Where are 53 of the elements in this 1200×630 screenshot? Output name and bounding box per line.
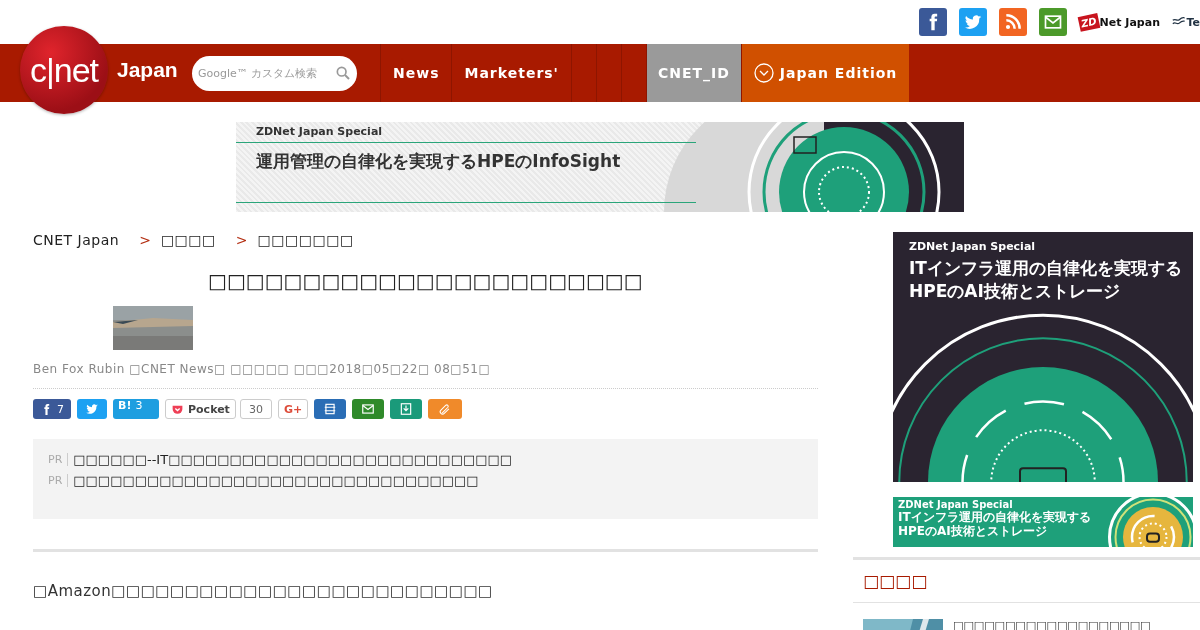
facebook-link[interactable] xyxy=(919,8,948,36)
search-icon xyxy=(335,64,351,82)
breadcrumb-separator: > xyxy=(235,232,248,248)
bird-icon xyxy=(85,402,99,416)
mail-button[interactable] xyxy=(352,399,385,419)
bird-icon xyxy=(963,12,984,32)
article-lead: □Amazon□□□□□□□□□□□□□□□□□□□□□□□□□□ xyxy=(33,581,493,602)
pr-link[interactable]: □□□□□□□□□□□□□□□□□□□□□□□□□□□□□□□□□ xyxy=(73,473,479,488)
search-field[interactable]: Google™ カスタム検索 xyxy=(192,55,357,91)
print-button[interactable] xyxy=(314,399,347,419)
breadcrumb-link[interactable]: □□□□ xyxy=(160,232,216,248)
facebook-share-button[interactable]: 7 xyxy=(33,399,71,419)
pr-tag: PR xyxy=(48,474,69,487)
ad-banner[interactable]: ZDNet Japan Special 運用管理の自律化を実現するHPEのInfoSight xyxy=(236,122,964,212)
nav-link[interactable]: Marketers' xyxy=(451,44,571,102)
breadcrumb-link[interactable]: CNET Japan xyxy=(33,232,120,248)
clip-button[interactable] xyxy=(428,399,463,419)
ad-headline: HPEのAI技術とストレージ xyxy=(909,279,1121,303)
ad-headline: 運用管理の自律化を実現するHPEのInfoSight xyxy=(256,150,622,173)
site-logo-link[interactable]: ZD Net Japan xyxy=(1079,14,1160,30)
ad-headline: ITインフラ運用の自律化を実現する xyxy=(909,257,1182,280)
edition-menu[interactable]: Japan Edition xyxy=(740,44,910,102)
edition-label: Japan xyxy=(117,58,178,82)
breadcrumb-separator: > xyxy=(139,232,151,248)
site-logo-link[interactable]: Te xyxy=(1172,15,1200,29)
ad-eyebrow: ZDNet Japan Special xyxy=(898,499,1014,510)
article-title: □□□□□□□□□□□□□□□□□□□□□□□ xyxy=(208,268,643,295)
save-button[interactable] xyxy=(390,399,423,419)
rss-link[interactable] xyxy=(999,8,1028,36)
nav-link[interactable]: News xyxy=(380,44,452,102)
mail-icon xyxy=(361,402,376,416)
ad-eyebrow: ZDNet Japan Special xyxy=(909,240,1037,253)
ad-headline: HPEのAI技術とストレージ xyxy=(898,524,1048,539)
pr-link[interactable]: □□□□□□--IT□□□□□□□□□□□□□□□□□□□□□□□□□□□□ xyxy=(73,452,513,467)
twitter-link[interactable] xyxy=(959,8,988,36)
pr-tag: PR xyxy=(48,453,69,466)
breadcrumb-link[interactable]: □□□□□□□ xyxy=(257,232,354,248)
printer-icon xyxy=(323,402,338,416)
share-count: 30 xyxy=(239,399,272,419)
pocket-button[interactable]: Pocket xyxy=(165,399,236,419)
mail-icon xyxy=(1043,12,1064,32)
ad-eyebrow: ZDNet Japan Special xyxy=(256,125,384,138)
byline: Ben Fox Rubin □CNET News□ □□□□□ □□□2018□05□22□ 08□51□ xyxy=(33,362,492,376)
rss-icon xyxy=(1003,12,1024,32)
chevron-down-icon xyxy=(753,63,774,83)
google-plus-button[interactable]: G+ xyxy=(277,399,309,419)
download-icon xyxy=(399,402,414,416)
mail-link[interactable] xyxy=(1039,8,1068,36)
tweet-button[interactable] xyxy=(77,399,107,419)
site-logo[interactable]: c|net xyxy=(20,26,108,114)
ad-headline: ITインフラ運用の自律化を実現する xyxy=(898,510,1091,525)
section-heading: □□□□ xyxy=(863,571,928,591)
article-link[interactable]: □□□□□□□□□□□□□□□□□□□ xyxy=(953,619,1151,630)
